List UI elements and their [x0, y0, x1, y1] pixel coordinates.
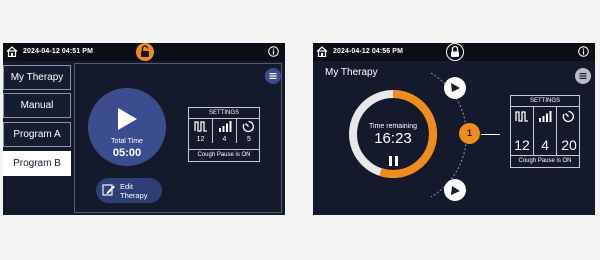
arrow-down-icon	[451, 186, 460, 195]
connector-line	[481, 134, 500, 135]
settings-box: SETTINGS 12 4 5 Cough Pause is ON	[188, 107, 260, 162]
total-time-label: Total Time	[111, 138, 143, 145]
right-screen: 2024-04-12 04:56 PM My Therapy Time rema…	[313, 43, 595, 215]
setting-level: 4	[213, 118, 237, 143]
lock-open-icon[interactable]	[136, 43, 154, 61]
play-button[interactable]: Total Time 05:00	[88, 88, 166, 166]
setting-value: 12	[514, 137, 530, 153]
arrow-up-icon	[451, 83, 460, 92]
setting-value: 20	[561, 137, 577, 153]
pause-button[interactable]	[389, 156, 398, 166]
setting-timer: 5	[237, 118, 261, 143]
program-down-button[interactable]	[444, 179, 466, 201]
setting-pressure: 12	[189, 118, 213, 143]
pressure-wave-icon	[515, 111, 528, 122]
datetime: 2024-04-12 04:56 PM	[333, 48, 403, 55]
edit-label-line1: Edit	[120, 182, 133, 191]
program-up-button[interactable]	[444, 77, 466, 99]
tab-program-b[interactable]: Program B	[3, 151, 71, 176]
play-icon	[118, 108, 137, 130]
info-icon[interactable]	[268, 46, 279, 57]
signal-bars-icon	[539, 111, 552, 122]
edit-label-line2: Therapy	[120, 191, 148, 200]
setting-timer: 20	[557, 106, 581, 156]
info-icon[interactable]	[578, 46, 589, 57]
setting-value: 4	[222, 136, 227, 143]
home-icon[interactable]	[316, 46, 328, 57]
tab-manual[interactable]: Manual	[3, 93, 71, 118]
tab-label: Manual	[20, 100, 54, 111]
menu-icon[interactable]	[575, 68, 591, 84]
program-number-badge[interactable]: 1	[459, 123, 480, 144]
tab-my-therapy[interactable]: My Therapy	[3, 65, 71, 90]
total-time-value: 05:00	[112, 147, 142, 159]
time-remaining-value: 16:23	[374, 130, 412, 147]
datetime: 2024-04-12 04:51 PM	[23, 48, 93, 55]
edit-therapy-button[interactable]: Edit Therapy	[96, 178, 162, 203]
timer-icon	[562, 110, 574, 123]
settings-box: SETTINGS 12 4 20 Cough Pause is ON	[510, 95, 580, 168]
cough-pause-status: Cough Pause is ON	[511, 155, 579, 167]
setting-value: 4	[541, 137, 549, 153]
time-remaining-label: Time remaining	[369, 123, 417, 130]
lock-closed-icon[interactable]	[446, 43, 464, 61]
edit-icon	[102, 184, 115, 196]
tab-label: My Therapy	[10, 72, 64, 83]
signal-bars-icon	[219, 121, 232, 132]
cough-pause-status: Cough Pause is ON	[189, 149, 259, 161]
pause-icon	[389, 156, 392, 166]
menu-icon[interactable]	[265, 68, 281, 84]
tab-label: Program A	[13, 129, 61, 140]
setting-value: 12	[196, 136, 205, 143]
setting-level: 4	[534, 106, 557, 156]
tab-label: Program B	[13, 158, 61, 169]
setting-pressure: 12	[511, 106, 534, 156]
setting-value: 5	[247, 136, 251, 143]
pressure-wave-icon	[194, 121, 207, 132]
tab-program-a[interactable]: Program A	[3, 122, 71, 147]
left-screen: 2024-04-12 04:51 PM My Therapy Manual Pr…	[3, 43, 285, 215]
timer-icon	[242, 120, 254, 133]
home-icon[interactable]	[6, 46, 18, 57]
